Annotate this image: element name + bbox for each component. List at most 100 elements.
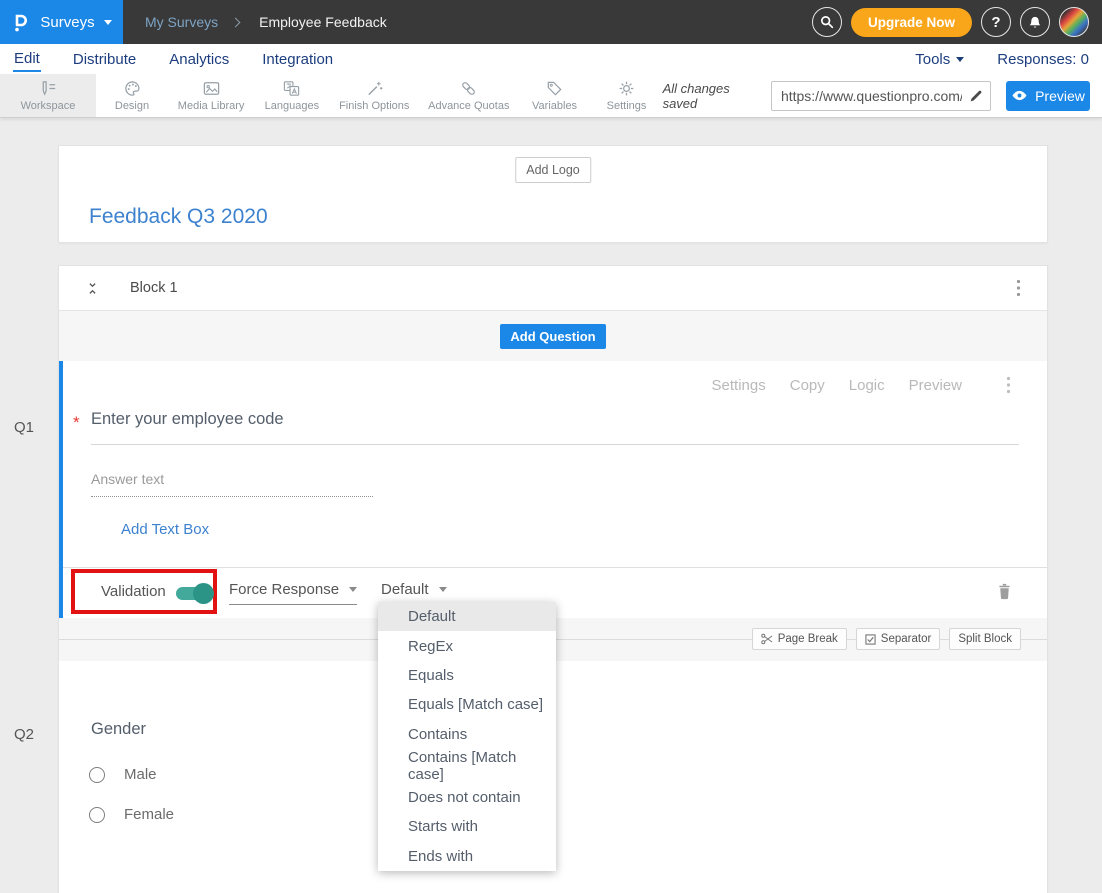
- tools-label: Tools: [915, 51, 950, 68]
- radio-option-female[interactable]: Female: [89, 806, 174, 823]
- palette-icon: [123, 79, 142, 98]
- toolbar-item-variables[interactable]: Variables: [519, 74, 591, 117]
- tag-icon: [545, 79, 564, 98]
- question-settings-link[interactable]: Settings: [712, 377, 766, 394]
- gear-icon: [617, 79, 636, 98]
- dropdown-item-regex[interactable]: RegEx: [378, 631, 556, 660]
- survey-editor-page: Surveys My Surveys Employee Feedback Upg…: [0, 0, 1102, 893]
- tabbar-right: Tools Responses: 0: [915, 51, 1089, 68]
- question-1-id-label: Q1: [14, 419, 34, 436]
- dropdown-item-default[interactable]: Default: [378, 602, 556, 631]
- survey-url-field: [771, 81, 991, 111]
- validation-label: Validation: [101, 583, 166, 600]
- delete-question-trash-icon[interactable]: [996, 582, 1013, 601]
- user-avatar[interactable]: [1059, 7, 1089, 37]
- block-menu-kebab-icon[interactable]: [1016, 279, 1021, 297]
- survey-header-card: Add Logo Feedback Q3 2020: [58, 145, 1048, 243]
- bell-icon: [1027, 14, 1043, 31]
- search-icon: [819, 14, 835, 30]
- answer-text-field[interactable]: Answer text: [91, 471, 373, 497]
- tab-analytics[interactable]: Analytics: [168, 48, 230, 71]
- dropdown-item-equals[interactable]: Equals: [378, 661, 556, 690]
- translate-icon: [282, 79, 301, 98]
- tab-edit[interactable]: Edit: [13, 47, 41, 72]
- dropdown-item-contains-match-case[interactable]: Contains [Match case]: [378, 749, 556, 783]
- question-2-id-label: Q2: [14, 726, 34, 743]
- radio-option-male[interactable]: Male: [89, 766, 157, 783]
- radio-button-icon[interactable]: [89, 807, 105, 823]
- breadcrumb: My Surveys Employee Feedback: [145, 14, 387, 30]
- scissors-icon: [761, 633, 773, 645]
- toolbar-item-media-library[interactable]: Media Library: [168, 74, 254, 117]
- breadcrumb-separator-icon: [231, 17, 241, 27]
- page-break-button[interactable]: Page Break: [752, 628, 847, 650]
- question-1-card: Settings Copy Logic Preview * Enter your…: [59, 361, 1047, 618]
- separator-button[interactable]: Separator: [856, 628, 941, 650]
- add-question-button[interactable]: Add Question: [500, 324, 605, 349]
- image-icon: [202, 79, 221, 98]
- dropdown-item-does-not-contain[interactable]: Does not contain: [378, 783, 556, 812]
- tab-integration[interactable]: Integration: [261, 48, 334, 71]
- add-logo-button[interactable]: Add Logo: [515, 157, 591, 183]
- search-button[interactable]: [812, 7, 842, 37]
- toolbar-item-design[interactable]: Design: [96, 74, 168, 117]
- upgrade-now-button[interactable]: Upgrade Now: [851, 8, 972, 37]
- editor-toolbar: Workspace Design Media Library: [0, 74, 1102, 118]
- magic-wand-icon: [365, 79, 384, 98]
- toolbar-item-languages[interactable]: Languages: [254, 74, 329, 117]
- top-navbar: Surveys My Surveys Employee Feedback Upg…: [0, 0, 1102, 44]
- survey-title[interactable]: Feedback Q3 2020: [89, 205, 268, 229]
- question-actions: Settings Copy Logic Preview: [712, 376, 1011, 394]
- question-preview-link[interactable]: Preview: [909, 377, 962, 394]
- eye-icon: [1011, 89, 1028, 102]
- help-button[interactable]: ?: [981, 7, 1011, 37]
- force-response-select[interactable]: Force Response: [229, 581, 357, 605]
- dropdown-item-starts-with[interactable]: Starts with: [378, 812, 556, 841]
- toolbar-item-advance-quotas[interactable]: Advance Quotas: [419, 74, 519, 117]
- toolbar-item-workspace[interactable]: Workspace: [0, 74, 96, 117]
- product-name: Surveys: [40, 14, 94, 31]
- dropdown-item-equals-match-case[interactable]: Equals [Match case]: [378, 690, 556, 719]
- breadcrumb-current: Employee Feedback: [259, 14, 387, 30]
- survey-url-input[interactable]: [771, 81, 991, 111]
- question-logic-link[interactable]: Logic: [849, 377, 885, 394]
- required-asterisk: *: [73, 413, 80, 433]
- dropdown-item-contains[interactable]: Contains: [378, 720, 556, 749]
- questionpro-logo-icon: [11, 11, 31, 33]
- block-header: Block 1: [59, 266, 1047, 311]
- chevron-down-icon: [956, 57, 964, 62]
- chevron-down-icon: [104, 20, 112, 25]
- edit-url-pencil-icon[interactable]: [968, 88, 984, 104]
- block-title[interactable]: Block 1: [130, 280, 178, 296]
- help-question-mark: ?: [991, 14, 1000, 31]
- breadcrumb-my-surveys[interactable]: My Surveys: [145, 14, 218, 30]
- navbar-actions: Upgrade Now ?: [812, 7, 1102, 37]
- toggle-knob: [193, 583, 214, 604]
- workspace-icon: [39, 79, 58, 98]
- autosave-status: All changes saved: [663, 81, 758, 111]
- split-block-button[interactable]: Split Block: [949, 628, 1021, 650]
- preview-button[interactable]: Preview: [1006, 81, 1090, 111]
- product-menu[interactable]: Surveys: [0, 0, 123, 44]
- responses-count[interactable]: Responses: 0: [997, 51, 1089, 68]
- add-question-strip: Add Question: [59, 311, 1047, 361]
- tab-distribute[interactable]: Distribute: [72, 48, 137, 71]
- validation-type-dropdown-menu: Default RegEx Equals Equals [Match case]…: [378, 602, 556, 871]
- validation-toggle[interactable]: [176, 587, 212, 600]
- notifications-button[interactable]: [1020, 7, 1050, 37]
- question-copy-link[interactable]: Copy: [790, 377, 825, 394]
- question-1-text[interactable]: Enter your employee code: [91, 410, 1019, 445]
- toolbar-item-finish-options[interactable]: Finish Options: [329, 74, 419, 117]
- dropdown-item-ends-with[interactable]: Ends with: [378, 842, 556, 871]
- divider-buttons: Page Break Separator Split Block: [752, 628, 1021, 650]
- collapse-block-icon[interactable]: [85, 280, 100, 297]
- add-text-box-link[interactable]: Add Text Box: [121, 521, 209, 538]
- section-tabbar: Edit Distribute Analytics Integration To…: [0, 44, 1102, 74]
- question-2-text[interactable]: Gender: [91, 720, 146, 739]
- question-menu-kebab-icon[interactable]: [1006, 376, 1011, 394]
- tools-menu[interactable]: Tools: [915, 51, 964, 68]
- checkbox-checked-icon: [865, 634, 876, 645]
- radio-button-icon[interactable]: [89, 767, 105, 783]
- chevron-down-icon: [349, 587, 357, 592]
- toolbar-item-settings[interactable]: Settings: [591, 74, 663, 117]
